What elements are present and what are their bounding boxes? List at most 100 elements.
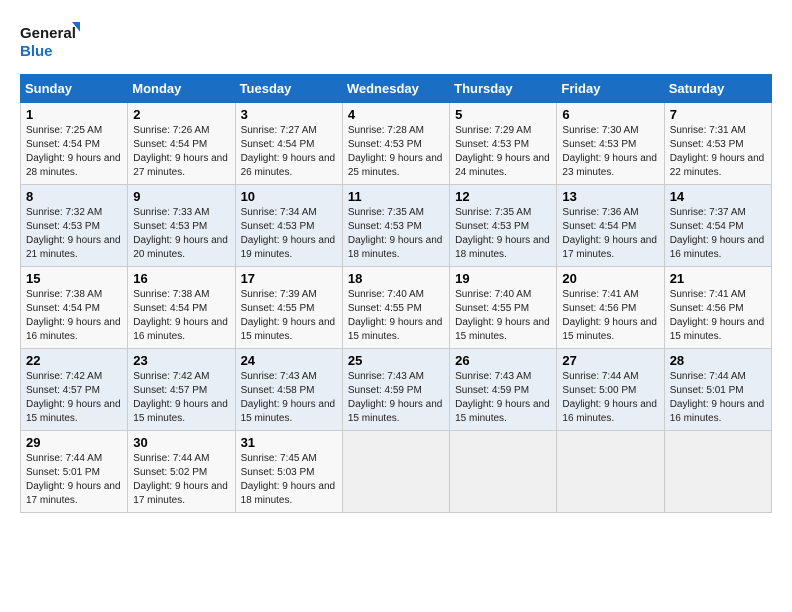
- calendar-week-row: 1 Sunrise: 7:25 AMSunset: 4:54 PMDaylight…: [21, 103, 772, 185]
- day-number: 5: [455, 107, 551, 122]
- day-info: Sunrise: 7:35 AMSunset: 4:53 PMDaylight:…: [348, 206, 444, 262]
- day-info: Sunrise: 7:38 AMSunset: 4:54 PMDaylight:…: [26, 288, 122, 344]
- calendar-day-cell: 19Sunrise: 7:40 AMSunset: 4:55 PMDayligh…: [450, 267, 557, 349]
- day-number: 11: [348, 189, 444, 204]
- calendar-day-cell: 2Sunrise: 7:26 AMSunset: 4:54 PMDaylight…: [128, 103, 235, 185]
- calendar-day-cell: 4 Sunrise: 7:28 AMSunset: 4:53 PMDaylight…: [342, 103, 449, 185]
- day-number: 31: [241, 435, 337, 450]
- day-number: 3: [241, 107, 337, 122]
- calendar-day-cell: 27 Sunrise: 7:44 AMSunset: 5:00 PMDayligh…: [557, 349, 664, 431]
- day-number: 8: [26, 189, 122, 204]
- calendar-day-cell: 9 Sunrise: 7:33 AMSunset: 4:53 PMDaylight…: [128, 185, 235, 267]
- day-info: Sunrise: 7:40 AMSunset: 4:55 PMDaylight:…: [348, 288, 444, 344]
- day-number: 10: [241, 189, 337, 204]
- calendar-day-cell: [342, 431, 449, 513]
- day-info: Sunrise: 7:44 AMSunset: 5:01 PMDaylight:…: [26, 452, 122, 508]
- calendar-week-row: 22 Sunrise: 7:42 AMSunset: 4:57 PMDayligh…: [21, 349, 772, 431]
- day-number: 29: [26, 435, 122, 450]
- calendar-header-row: SundayMondayTuesdayWednesdayThursdayFrid…: [21, 75, 772, 103]
- weekday-header: Tuesday: [235, 75, 342, 103]
- header: General Blue: [20, 20, 772, 64]
- calendar-day-cell: 5 Sunrise: 7:29 AMSunset: 4:53 PMDaylight…: [450, 103, 557, 185]
- calendar-day-cell: 31 Sunrise: 7:45 AMSunset: 5:03 PMDayligh…: [235, 431, 342, 513]
- day-info: Sunrise: 7:30 AMSunset: 4:53 PMDaylight:…: [562, 124, 658, 180]
- calendar-day-cell: 16 Sunrise: 7:38 AMSunset: 4:54 PMDayligh…: [128, 267, 235, 349]
- weekday-header: Thursday: [450, 75, 557, 103]
- calendar-day-cell: 13 Sunrise: 7:36 AMSunset: 4:54 PMDayligh…: [557, 185, 664, 267]
- day-info: Sunrise: 7:45 AMSunset: 5:03 PMDaylight:…: [241, 452, 337, 508]
- day-number: 7: [670, 107, 766, 122]
- calendar-day-cell: [557, 431, 664, 513]
- day-info: Sunrise: 7:43 AMSunset: 4:59 PMDaylight:…: [455, 370, 551, 426]
- day-info: Sunrise: 7:42 AMSunset: 4:57 PMDaylight:…: [26, 370, 122, 426]
- calendar-day-cell: 15 Sunrise: 7:38 AMSunset: 4:54 PMDayligh…: [21, 267, 128, 349]
- day-number: 1: [26, 107, 122, 122]
- calendar-day-cell: 25Sunrise: 7:43 AMSunset: 4:59 PMDayligh…: [342, 349, 449, 431]
- day-info: Sunrise: 7:38 AMSunset: 4:54 PMDaylight:…: [133, 288, 229, 344]
- calendar-day-cell: [664, 431, 771, 513]
- calendar-day-cell: 17 Sunrise: 7:39 AMSunset: 4:55 PMDayligh…: [235, 267, 342, 349]
- day-info: Sunrise: 7:34 AMSunset: 4:53 PMDaylight:…: [241, 206, 337, 262]
- day-info: Sunrise: 7:44 AMSunset: 5:01 PMDaylight:…: [670, 370, 766, 426]
- calendar-day-cell: 30Sunrise: 7:44 AMSunset: 5:02 PMDayligh…: [128, 431, 235, 513]
- day-info: Sunrise: 7:27 AMSunset: 4:54 PMDaylight:…: [241, 124, 337, 180]
- day-info: Sunrise: 7:44 AMSunset: 5:00 PMDaylight:…: [562, 370, 658, 426]
- day-number: 18: [348, 271, 444, 286]
- svg-text:General: General: [20, 25, 76, 42]
- calendar-day-cell: 20 Sunrise: 7:41 AMSunset: 4:56 PMDayligh…: [557, 267, 664, 349]
- day-number: 15: [26, 271, 122, 286]
- weekday-header: Sunday: [21, 75, 128, 103]
- day-info: Sunrise: 7:36 AMSunset: 4:54 PMDaylight:…: [562, 206, 658, 262]
- day-number: 17: [241, 271, 337, 286]
- day-number: 16: [133, 271, 229, 286]
- logo-svg: General Blue: [20, 20, 80, 64]
- day-number: 14: [670, 189, 766, 204]
- day-info: Sunrise: 7:35 AMSunset: 4:53 PMDaylight:…: [455, 206, 551, 262]
- calendar-day-cell: 3 Sunrise: 7:27 AMSunset: 4:54 PMDaylight…: [235, 103, 342, 185]
- day-info: Sunrise: 7:37 AMSunset: 4:54 PMDaylight:…: [670, 206, 766, 262]
- day-number: 25: [348, 353, 444, 368]
- calendar-week-row: 8 Sunrise: 7:32 AMSunset: 4:53 PMDaylight…: [21, 185, 772, 267]
- day-number: 20: [562, 271, 658, 286]
- day-info: Sunrise: 7:32 AMSunset: 4:53 PMDaylight:…: [26, 206, 122, 262]
- day-number: 27: [562, 353, 658, 368]
- calendar-day-cell: 14 Sunrise: 7:37 AMSunset: 4:54 PMDayligh…: [664, 185, 771, 267]
- day-number: 13: [562, 189, 658, 204]
- day-number: 12: [455, 189, 551, 204]
- calendar-day-cell: 11 Sunrise: 7:35 AMSunset: 4:53 PMDayligh…: [342, 185, 449, 267]
- weekday-header: Wednesday: [342, 75, 449, 103]
- day-number: 4: [348, 107, 444, 122]
- day-info: Sunrise: 7:25 AMSunset: 4:54 PMDaylight:…: [26, 124, 122, 180]
- day-number: 9: [133, 189, 229, 204]
- day-info: Sunrise: 7:39 AMSunset: 4:55 PMDaylight:…: [241, 288, 337, 344]
- weekday-header: Saturday: [664, 75, 771, 103]
- day-info: Sunrise: 7:29 AMSunset: 4:53 PMDaylight:…: [455, 124, 551, 180]
- calendar-day-cell: 8 Sunrise: 7:32 AMSunset: 4:53 PMDaylight…: [21, 185, 128, 267]
- calendar-day-cell: 22 Sunrise: 7:42 AMSunset: 4:57 PMDayligh…: [21, 349, 128, 431]
- calendar-day-cell: 24Sunrise: 7:43 AMSunset: 4:58 PMDayligh…: [235, 349, 342, 431]
- day-number: 2: [133, 107, 229, 122]
- calendar-day-cell: 18 Sunrise: 7:40 AMSunset: 4:55 PMDayligh…: [342, 267, 449, 349]
- day-number: 21: [670, 271, 766, 286]
- calendar-day-cell: 1 Sunrise: 7:25 AMSunset: 4:54 PMDaylight…: [21, 103, 128, 185]
- calendar-day-cell: 12 Sunrise: 7:35 AMSunset: 4:53 PMDayligh…: [450, 185, 557, 267]
- day-info: Sunrise: 7:33 AMSunset: 4:53 PMDaylight:…: [133, 206, 229, 262]
- day-info: Sunrise: 7:41 AMSunset: 4:56 PMDaylight:…: [670, 288, 766, 344]
- day-info: Sunrise: 7:44 AMSunset: 5:02 PMDaylight:…: [133, 452, 229, 508]
- day-info: Sunrise: 7:41 AMSunset: 4:56 PMDaylight:…: [562, 288, 658, 344]
- day-number: 26: [455, 353, 551, 368]
- calendar-day-cell: 7 Sunrise: 7:31 AMSunset: 4:53 PMDaylight…: [664, 103, 771, 185]
- calendar-day-cell: 21 Sunrise: 7:41 AMSunset: 4:56 PMDayligh…: [664, 267, 771, 349]
- day-number: 28: [670, 353, 766, 368]
- calendar-day-cell: 23Sunrise: 7:42 AMSunset: 4:57 PMDayligh…: [128, 349, 235, 431]
- calendar-day-cell: 6Sunrise: 7:30 AMSunset: 4:53 PMDaylight…: [557, 103, 664, 185]
- day-info: Sunrise: 7:31 AMSunset: 4:53 PMDaylight:…: [670, 124, 766, 180]
- day-info: Sunrise: 7:40 AMSunset: 4:55 PMDaylight:…: [455, 288, 551, 344]
- weekday-header: Monday: [128, 75, 235, 103]
- calendar-day-cell: 28 Sunrise: 7:44 AMSunset: 5:01 PMDayligh…: [664, 349, 771, 431]
- day-number: 22: [26, 353, 122, 368]
- calendar-day-cell: [450, 431, 557, 513]
- day-info: Sunrise: 7:28 AMSunset: 4:53 PMDaylight:…: [348, 124, 444, 180]
- calendar-week-row: 15 Sunrise: 7:38 AMSunset: 4:54 PMDayligh…: [21, 267, 772, 349]
- calendar-day-cell: 10 Sunrise: 7:34 AMSunset: 4:53 PMDayligh…: [235, 185, 342, 267]
